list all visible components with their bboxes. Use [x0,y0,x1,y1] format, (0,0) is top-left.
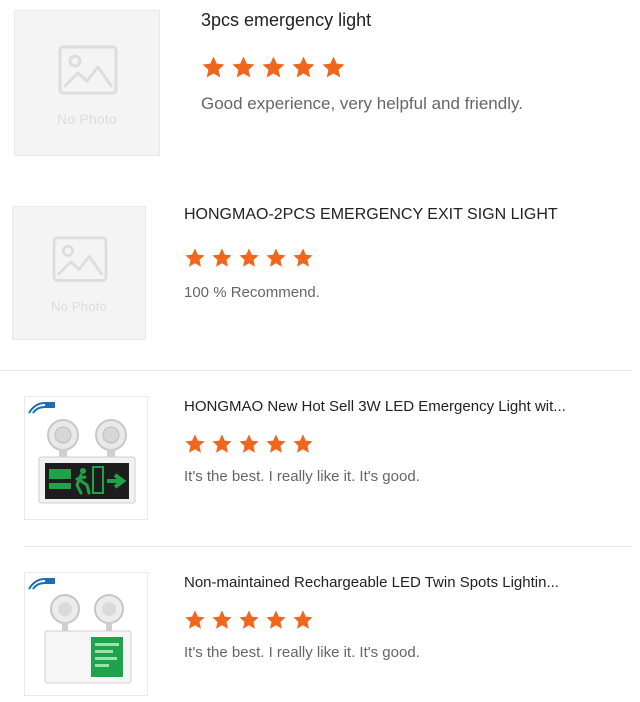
review-comment: 100 % Recommend. [184,284,320,301]
star-rating [184,609,314,631]
image-placeholder-icon [58,45,118,95]
review-product-title[interactable]: HONGMAO-2PCS EMERGENCY EXIT SIGN LIGHT [184,206,624,224]
star-icon [212,610,232,629]
star-icon [239,248,259,267]
star-icon [262,56,285,78]
reviews-page: No Photo 3pcs emergency light Good exper… [0,0,640,702]
review-thumbnail-placeholder: No Photo [12,206,146,340]
review-thumbnail-product[interactable] [24,396,148,520]
image-placeholder-icon [52,236,108,282]
product-image-twin-spot-box [28,578,132,684]
star-icon [232,56,255,78]
review-comment: Good experience, very helpful and friend… [201,94,523,113]
review-comment: It's the best. I really like it. It's go… [184,468,420,485]
star-icon [185,610,205,629]
review-product-title[interactable]: Non-maintained Rechargeable LED Twin Spo… [184,574,614,591]
review-comment: It's the best. I really like it. It's go… [184,644,420,661]
star-rating [184,433,314,455]
star-icon [239,434,259,453]
star-icon [202,56,225,78]
review-divider [24,546,632,547]
star-icon [293,610,313,629]
review-product-title[interactable]: 3pcs emergency light [201,10,621,31]
star-icon [212,248,232,267]
star-icon [266,610,286,629]
star-icon [185,248,205,267]
product-image-exit-sign-twin-spot [28,402,136,504]
star-icon [212,434,232,453]
star-icon [293,248,313,267]
star-rating [201,55,346,80]
star-icon [292,56,315,78]
no-photo-label: No Photo [51,299,107,314]
no-photo-label: No Photo [57,111,117,127]
review-product-title[interactable]: HONGMAO New Hot Sell 3W LED Emergency Li… [184,398,614,415]
star-icon [185,434,205,453]
star-icon [322,56,345,78]
review-divider [0,370,632,371]
star-rating [184,247,314,269]
star-icon [266,248,286,267]
review-thumbnail-product[interactable] [24,572,148,696]
star-icon [266,434,286,453]
star-icon [239,610,259,629]
review-thumbnail-placeholder: No Photo [14,10,160,156]
star-icon [293,434,313,453]
